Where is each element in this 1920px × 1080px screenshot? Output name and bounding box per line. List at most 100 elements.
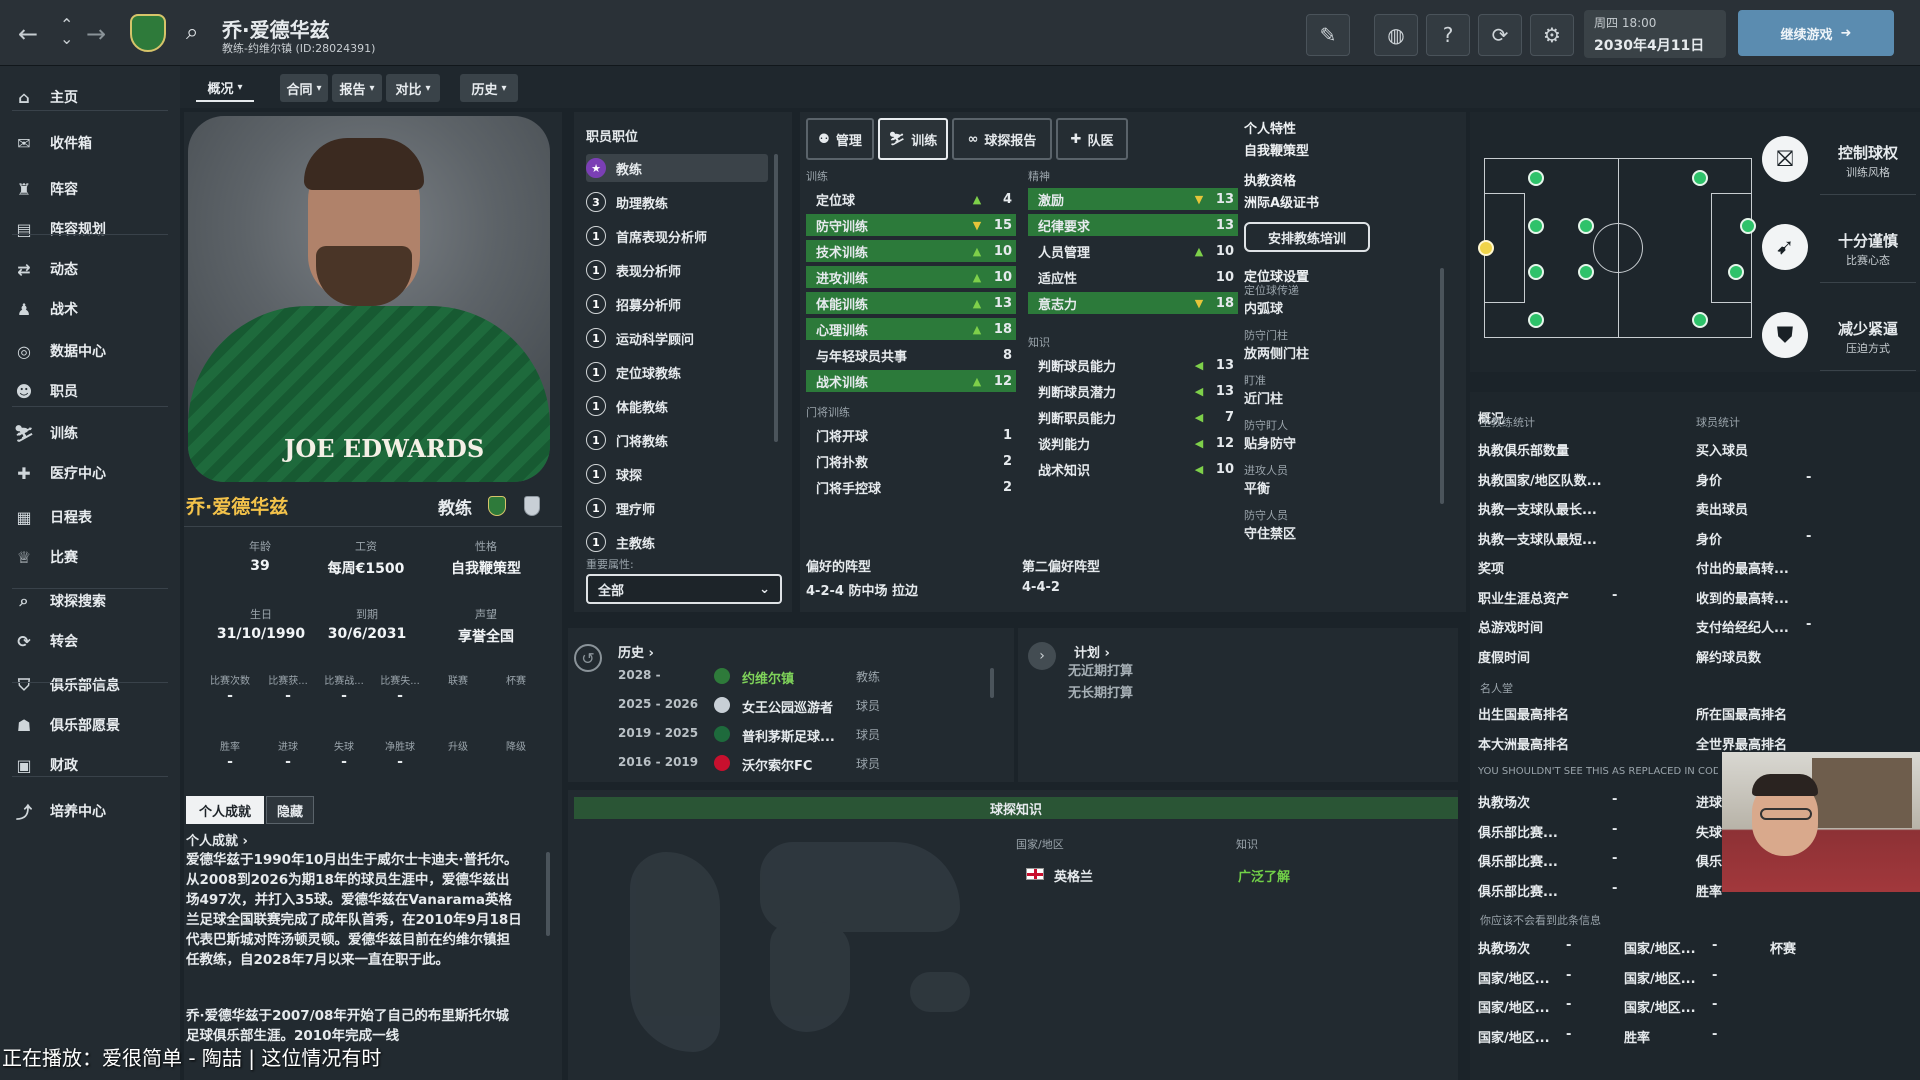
tab-3[interactable]: ✚ 队医 xyxy=(1056,118,1128,160)
sidebar-item-0[interactable]: ⌂ 主页 xyxy=(12,80,170,114)
overview-label[interactable]: 执教国家/地区队数... xyxy=(1478,470,1602,489)
tab-1[interactable]: ⛷ 训练 xyxy=(878,118,948,160)
overview-label[interactable]: 解约球员数 xyxy=(1696,647,1761,666)
settings-icon[interactable]: ⚙ xyxy=(1530,14,1574,56)
overview-label[interactable]: 国家/地区... xyxy=(1624,938,1696,957)
overview-label[interactable]: 执教一支球队最短... xyxy=(1478,529,1597,548)
sidebar-item-10[interactable]: ▦ 日程表 xyxy=(12,500,170,534)
history-heading[interactable]: 历史 › xyxy=(618,642,654,661)
overview-label[interactable]: 度假时间 xyxy=(1478,647,1530,666)
sidebar-item-11[interactable]: ♕ 比赛 xyxy=(12,540,170,574)
overview-label[interactable]: 付出的最高转... xyxy=(1696,558,1789,577)
roles-scrollbar[interactable] xyxy=(774,154,778,442)
role-item[interactable]: 1 主教练 xyxy=(586,528,768,556)
overview-label[interactable]: 俱乐部比赛... xyxy=(1478,881,1558,900)
overview-label[interactable]: 本大洲最高排名 xyxy=(1478,734,1569,753)
coach-training-button[interactable]: 安排教练培训 xyxy=(1244,222,1370,252)
role-item[interactable]: ★ 教练 xyxy=(586,154,768,182)
history-club[interactable]: 普利茅斯足球... xyxy=(742,726,835,745)
overview-label[interactable]: 买入球员 xyxy=(1696,440,1748,459)
overview-label[interactable]: 全世界最高排名 xyxy=(1696,734,1787,753)
bio-tab-hidden[interactable]: 隐藏 xyxy=(266,796,314,824)
club-crest-icon[interactable] xyxy=(130,14,166,52)
help-icon[interactable]: ? xyxy=(1426,14,1470,56)
overview-label[interactable]: 胜率 xyxy=(1624,1027,1650,1046)
sidebar-item-4[interactable]: ⇄ 动态 xyxy=(12,252,170,286)
tab-2[interactable]: ∞ 球探报告 xyxy=(952,118,1052,160)
sidebar-item-15[interactable]: ☗ 俱乐部愿景 xyxy=(12,708,170,742)
sidebar-item-1[interactable]: ✉ 收件箱 xyxy=(12,126,170,160)
role-item[interactable]: 1 表现分析师 xyxy=(586,256,768,284)
bio-heading[interactable]: 个人成就 › xyxy=(186,830,248,849)
history-club[interactable]: 沃尔索尔FC xyxy=(742,755,812,774)
sidebar-item-12[interactable]: ⌕ 球探搜索 xyxy=(12,584,170,618)
tab-0[interactable]: ⚉ 管理 xyxy=(806,118,874,160)
sidebar-item-13[interactable]: ⟳ 转会 xyxy=(12,624,170,658)
overview-label[interactable]: 俱乐部比赛... xyxy=(1478,822,1558,841)
sidebar-item-8[interactable]: ⛷ 训练 xyxy=(12,416,170,450)
overview-label[interactable]: 执教场次 xyxy=(1478,938,1530,957)
traits-scrollbar[interactable] xyxy=(1440,268,1444,504)
overview-label[interactable]: 进球 xyxy=(1696,792,1722,811)
plan-heading[interactable]: 计划 › xyxy=(1074,642,1110,661)
subtab-3[interactable]: 对比 ▾ xyxy=(386,74,440,102)
up-down-icon[interactable]: ⌃ ⌄ xyxy=(60,17,73,47)
sidebar-item-14[interactable]: ⛉ 俱乐部信息 xyxy=(12,668,170,702)
overview-label[interactable]: 奖项 xyxy=(1478,558,1504,577)
subtab-4[interactable]: 历史 ▾ xyxy=(460,74,518,102)
sidebar-item-2[interactable]: ♜ 阵容 xyxy=(12,172,170,206)
sidebar-item-7[interactable]: ☻ 职员 xyxy=(12,374,170,408)
history-scrollbar[interactable] xyxy=(990,668,994,698)
overview-label[interactable]: 执教一支球队最长... xyxy=(1478,499,1597,518)
overview-label[interactable]: 卖出球员 xyxy=(1696,499,1748,518)
globe-icon[interactable]: ◍ xyxy=(1374,14,1418,56)
overview-label[interactable]: 杯赛 xyxy=(1770,938,1796,957)
overview-label[interactable]: 国家/地区... xyxy=(1478,968,1550,987)
overview-label[interactable]: 总游戏时间 xyxy=(1478,617,1543,636)
subtab-0[interactable]: 概况 ▾ xyxy=(196,74,254,102)
plan-arrow-icon[interactable]: › xyxy=(1028,642,1056,670)
overview-label[interactable]: 出生国最高排名 xyxy=(1478,704,1569,723)
history-icon[interactable]: ↺ xyxy=(574,644,602,672)
role-item[interactable]: 1 运动科学顾问 xyxy=(586,324,768,352)
overview-label[interactable]: 所在国最高排名 xyxy=(1696,704,1787,723)
overview-label[interactable]: 胜率 xyxy=(1696,881,1722,900)
search-icon[interactable]: ⌕ xyxy=(186,20,198,45)
overview-label[interactable]: 执教俱乐部数量 xyxy=(1478,440,1569,459)
sidebar-item-5[interactable]: ♟ 战术 xyxy=(12,292,170,326)
overview-label[interactable]: 身价 xyxy=(1696,470,1722,489)
refresh-icon[interactable]: ⟳ xyxy=(1478,14,1522,56)
role-item[interactable]: 1 理疗师 xyxy=(586,494,768,522)
role-item[interactable]: 3 助理教练 xyxy=(586,188,768,216)
filter-select[interactable]: 全部 ⌄ xyxy=(586,574,782,604)
subtab-2[interactable]: 报告 ▾ xyxy=(332,74,382,102)
overview-label[interactable]: 执教场次 xyxy=(1478,792,1530,811)
overview-label[interactable]: 俱乐部比赛... xyxy=(1478,851,1558,870)
sidebar-item-6[interactable]: ◎ 数据中心 xyxy=(12,334,170,368)
history-club[interactable]: 女王公园巡游者 xyxy=(742,697,833,716)
overview-label[interactable]: 身价 xyxy=(1696,529,1722,548)
role-item[interactable]: 1 球探 xyxy=(586,460,768,488)
history-club[interactable]: 约维尔镇 xyxy=(742,668,794,687)
role-item[interactable]: 1 体能教练 xyxy=(586,392,768,420)
role-item[interactable]: 1 门将教练 xyxy=(586,426,768,454)
role-item[interactable]: 1 首席表现分析师 xyxy=(586,222,768,250)
overview-label[interactable]: 国家/地区... xyxy=(1478,1027,1550,1046)
sidebar-item-17[interactable]: ⤴ 培养中心 xyxy=(12,794,170,828)
overview-label[interactable]: 国家/地区... xyxy=(1624,997,1696,1016)
forward-icon[interactable]: → xyxy=(86,20,106,48)
subtab-1[interactable]: 合同 ▾ xyxy=(280,74,328,102)
overview-label[interactable]: 失球 xyxy=(1696,822,1722,841)
edit-icon[interactable]: ✎ xyxy=(1306,14,1350,56)
overview-label[interactable]: 职业生涯总资产 xyxy=(1478,588,1569,607)
sidebar-item-9[interactable]: ✚ 医疗中心 xyxy=(12,456,170,490)
sidebar-item-3[interactable]: ▤ 阵容规划 xyxy=(12,212,170,246)
continue-button[interactable]: 继续游戏 ➜ xyxy=(1738,10,1894,56)
bio-tab-achievements[interactable]: 个人成就 xyxy=(186,796,264,824)
role-item[interactable]: 1 招募分析师 xyxy=(586,290,768,318)
overview-label[interactable]: 支付给经纪人... xyxy=(1696,617,1789,636)
bio-scrollbar[interactable] xyxy=(546,852,550,936)
overview-label[interactable]: 国家/地区... xyxy=(1478,997,1550,1016)
role-item[interactable]: 1 定位球教练 xyxy=(586,358,768,386)
overview-label[interactable]: 国家/地区... xyxy=(1624,968,1696,987)
